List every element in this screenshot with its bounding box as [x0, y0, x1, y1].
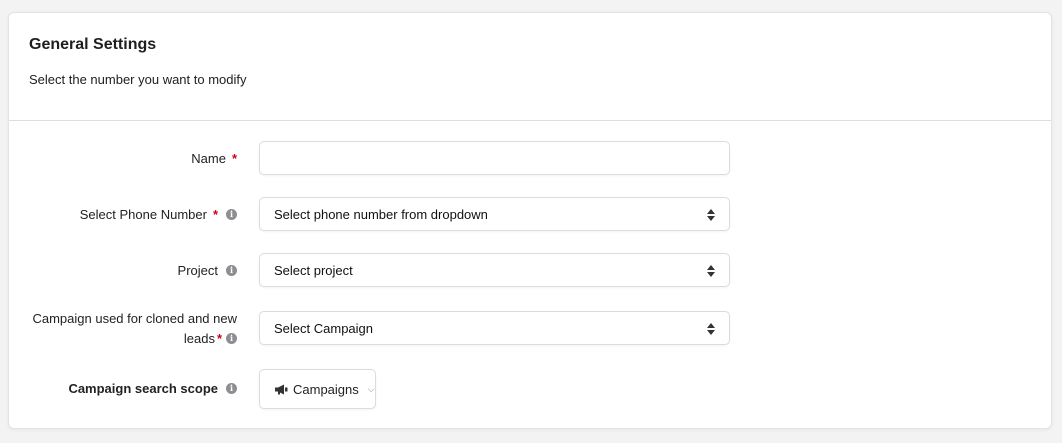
- name-label-text: Name: [191, 151, 226, 166]
- phone-number-select[interactable]: Select phone number from dropdown: [259, 197, 730, 231]
- project-select[interactable]: Select project: [259, 253, 730, 287]
- required-mark: *: [212, 207, 218, 222]
- phone-number-select-value: Select phone number from dropdown: [274, 207, 488, 222]
- sort-arrows-icon: [707, 323, 715, 335]
- campaign-label: Campaign used for cloned and new leads * i: [17, 309, 237, 349]
- campaign-scope-button[interactable]: Campaigns ⌵: [259, 369, 376, 409]
- phone-label: Select Phone Number * i: [80, 205, 237, 225]
- required-mark: *: [216, 331, 222, 346]
- page-subtitle: Select the number you want to modify: [29, 72, 247, 87]
- sort-arrows-icon: [707, 209, 715, 221]
- info-icon[interactable]: i: [226, 382, 237, 394]
- campaign-select[interactable]: Select Campaign: [259, 311, 730, 345]
- name-label: Name *: [191, 149, 237, 169]
- required-mark: *: [231, 151, 237, 166]
- scope-label: Campaign search scope i: [68, 379, 237, 399]
- campaign-scope-label: Campaigns: [293, 381, 359, 397]
- info-icon[interactable]: i: [226, 264, 237, 276]
- project-select-value: Select project: [274, 263, 353, 278]
- general-settings-card: General Settings Select the number you w…: [8, 12, 1052, 429]
- scope-label-text: Campaign search scope: [68, 381, 218, 396]
- name-field[interactable]: [259, 141, 730, 175]
- campaign-label-text: Campaign used for cloned and new leads: [32, 311, 237, 346]
- phone-label-text: Select Phone Number: [79, 207, 207, 222]
- name-input[interactable]: [260, 142, 729, 174]
- page-title: General Settings: [29, 36, 157, 53]
- card-header: General Settings Select the number you w…: [9, 13, 1051, 121]
- chevron-down-icon: ⌵: [367, 383, 375, 394]
- project-label: Project i: [178, 261, 237, 281]
- megaphone-icon: [275, 384, 288, 394]
- info-icon[interactable]: i: [226, 333, 237, 345]
- info-icon[interactable]: i: [226, 208, 237, 220]
- campaign-select-value: Select Campaign: [274, 321, 373, 336]
- project-label-text: Project: [177, 263, 218, 278]
- sort-arrows-icon: [707, 265, 715, 277]
